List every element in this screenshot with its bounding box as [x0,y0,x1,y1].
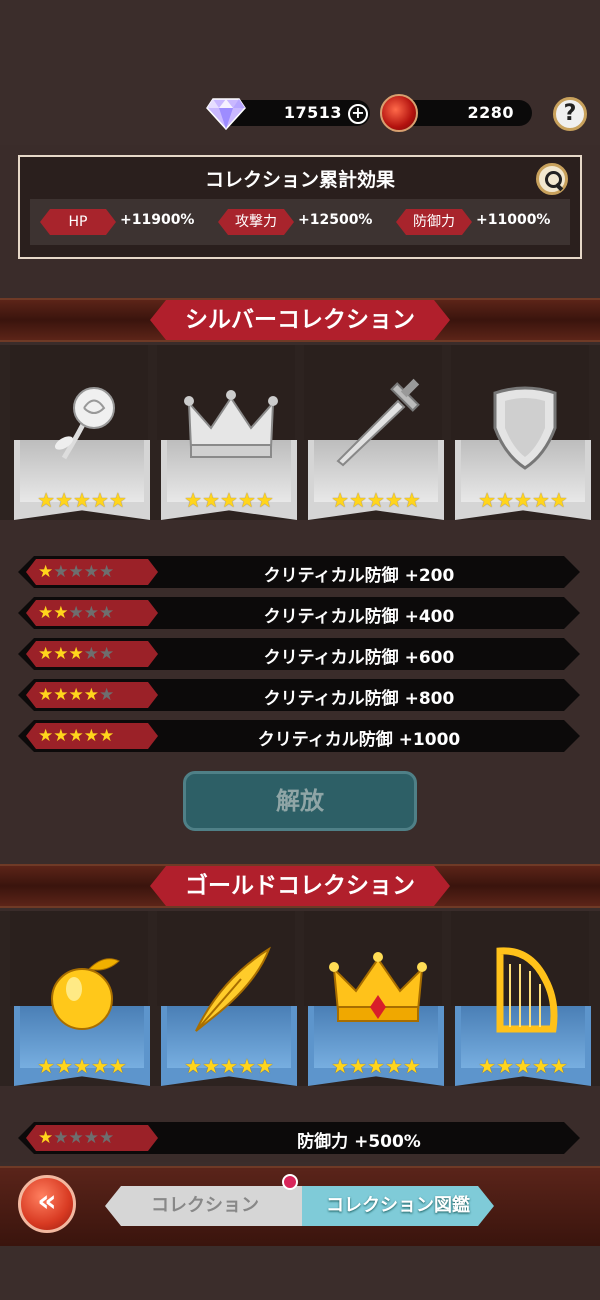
reward-stars: ★★★★★ [26,559,158,585]
coin-icon [380,94,418,132]
reward-stars: ★★★★★ [26,641,158,667]
reward-row: ★★★★★ クリティカル防御 +600 [18,638,580,670]
reward-row: ★★★★★ クリティカル防御 +400 [18,597,580,629]
reward-text: クリティカル防御 +200 [263,566,455,586]
crown-icon [184,390,278,458]
quill-icon [195,946,271,1032]
item-stars: ★★★★★ [331,1054,421,1078]
reward-text: 防御力 +500% [297,1132,421,1152]
reward-text: クリティカル防御 +1000 [257,730,461,750]
item-stars: ★★★★★ [184,1054,274,1078]
silver-item-rose[interactable]: ★★★★★ [10,345,150,520]
reward-text: クリティカル防御 +800 [263,689,455,709]
harp-icon [496,947,558,1033]
summary-title: コレクション累計効果 [204,169,395,191]
reward-row: ★★★★★ クリティカル防御 +800 [18,679,580,711]
reward-text: クリティカル防御 +600 [263,648,455,668]
search-icon[interactable] [536,163,568,195]
sword-icon [336,378,420,467]
gold-item-quill[interactable]: ★★★★★ [157,911,297,1086]
item-stars: ★★★★★ [478,488,568,512]
add-gems-button[interactable]: + [348,104,368,124]
reward-row: ★★★★★ クリティカル防御 +1000 [18,720,580,752]
item-stars: ★★★★★ [331,488,421,512]
apple-icon [51,958,120,1030]
reward-stars: ★★★★★ [26,723,158,749]
gold-item-harp[interactable]: ★★★★★ [451,911,591,1086]
item-stars: ★★★★★ [184,488,274,512]
item-stars: ★★★★★ [478,1054,568,1078]
coin-count: 2280 [467,103,514,122]
stat-label: 攻撃力 [218,209,294,235]
tab-collection[interactable]: コレクション [105,1186,305,1226]
summary-stats: HP +11900% 攻撃力 +12500% 防御力 +11000% [30,199,570,245]
gem-icon [206,98,246,131]
shield-icon [493,386,557,470]
silver-item-crown[interactable]: ★★★★★ [157,345,297,520]
reward-text: クリティカル防御 +400 [263,607,455,627]
item-stars: ★★★★★ [37,488,127,512]
silver-section-title: シルバーコレクション [150,300,450,340]
back-button[interactable]: « [18,1175,76,1233]
reward-stars: ★★★★★ [26,1125,158,1151]
gold-item-apple[interactable]: ★★★★★ [10,911,150,1086]
stat-label: 防御力 [396,209,472,235]
gold-section-title: ゴールドコレクション [150,866,450,906]
reward-stars: ★★★★★ [26,600,158,626]
tab-collection-catalog[interactable]: コレクション図鑑 [302,1186,494,1226]
reward-stars: ★★★★★ [26,682,158,708]
unlock-button[interactable]: 解放 [183,771,417,831]
stat-value: +12500% [298,212,373,228]
reward-row: ★★★★★ 防御力 +500% [18,1122,580,1154]
silver-item-shield[interactable]: ★★★★★ [451,345,591,520]
item-stars: ★★★★★ [37,1054,127,1078]
stat-value: +11000% [476,212,551,228]
silver-item-sword[interactable]: ★★★★★ [304,345,444,520]
stat-label: HP [40,209,116,235]
reward-row: ★★★★★ クリティカル防御 +200 [18,556,580,588]
gold-item-crown[interactable]: ★★★★★ [304,911,444,1086]
stat-value: +11900% [120,212,195,228]
help-button[interactable]: ? [553,97,587,131]
notification-badge [282,1174,298,1190]
gem-count: 17513 [283,103,342,122]
crown-icon [329,952,427,1022]
collection-summary: コレクション累計効果 HP +11900% 攻撃力 +12500% 防御力 +1… [18,155,582,259]
rose-icon [54,387,115,460]
